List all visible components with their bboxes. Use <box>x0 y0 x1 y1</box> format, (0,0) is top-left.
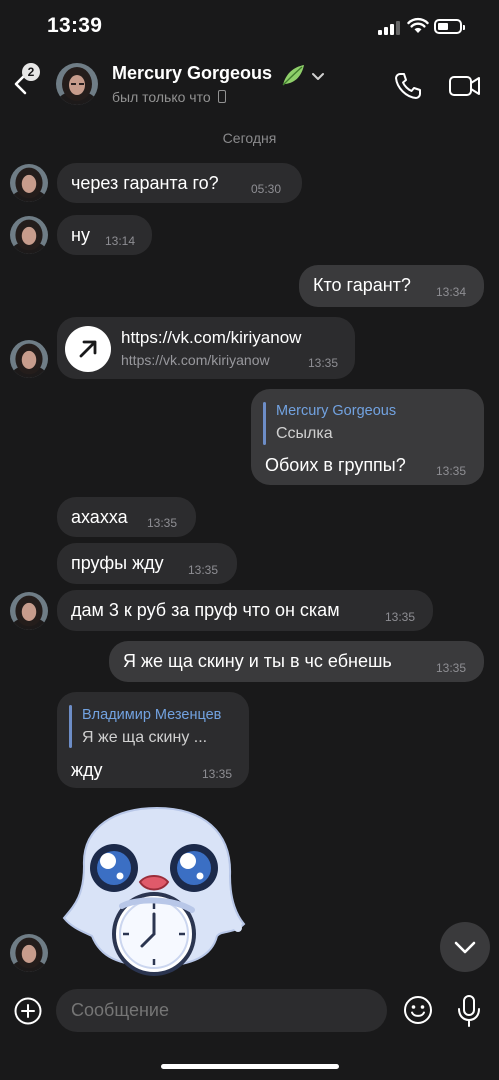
message-time: 13:35 <box>188 563 219 577</box>
quote-author: Mercury Gorgeous <box>276 403 397 419</box>
home-indicator[interactable] <box>161 1064 339 1069</box>
message-bubble[interactable]: дам 3 к руб за пруф что он скам 13:35 <box>57 590 433 631</box>
message-time: 13:35 <box>436 464 467 478</box>
last-seen-text: был только что <box>112 89 211 105</box>
message-bubble-outgoing[interactable]: Я же ща скину и ты в чс ебнешь 13:35 <box>109 641 484 682</box>
message-text: пруфы жду <box>71 553 164 573</box>
unread-badge: 2 <box>22 63 40 81</box>
message-time: 13:35 <box>308 356 339 370</box>
message-time: 13:14 <box>105 234 136 248</box>
message-bubble[interactable]: Владимир Мезенцев Я же ща скину ... жду … <box>57 692 249 788</box>
video-camera-icon[interactable] <box>448 70 482 102</box>
emoji-icon[interactable] <box>402 994 434 1026</box>
avatar[interactable] <box>10 340 48 378</box>
message-input[interactable] <box>56 989 387 1032</box>
date-separator: Сегодня <box>222 130 277 146</box>
chat-title[interactable]: Mercury Gorgeous <box>112 63 272 84</box>
arrow-down-icon <box>454 941 476 954</box>
message-time: 13:35 <box>385 610 416 624</box>
message-text: ну <box>71 225 90 245</box>
message-bubble[interactable]: через гаранта го? 05:30 <box>57 163 302 203</box>
message-text: дам 3 к руб за пруф что он скам <box>71 600 340 620</box>
message-bubble-outgoing[interactable]: Mercury Gorgeous Ссылка Обоих в группы? … <box>251 389 484 485</box>
quote-bar <box>263 402 266 445</box>
leaf-icon <box>280 63 306 92</box>
last-seen: был только что <box>112 89 226 105</box>
avatar[interactable] <box>10 592 48 630</box>
battery-icon <box>434 19 465 34</box>
avatar[interactable] <box>10 934 48 972</box>
quote-text: Я же ща скину ... <box>82 729 208 746</box>
message-bubble[interactable]: пруфы жду 13:35 <box>57 543 237 584</box>
arrow-up-right-icon <box>65 326 111 372</box>
message-text: ахахха <box>71 507 128 527</box>
scroll-down-button[interactable] <box>440 922 490 972</box>
message-text: Обоих в группы? <box>265 455 406 475</box>
status-time: 13:39 <box>47 14 103 37</box>
quote-text: Ссылка <box>276 425 333 442</box>
avatar[interactable] <box>10 164 48 202</box>
quote-bar <box>69 705 72 748</box>
microphone-icon[interactable] <box>456 994 482 1028</box>
wifi-icon <box>407 17 429 39</box>
message-time: 13:35 <box>147 516 178 530</box>
message-time: 13:34 <box>436 285 467 299</box>
avatar[interactable] <box>56 63 98 105</box>
link-bubble[interactable]: https://vk.com/kiriyanow https://vk.com/… <box>57 317 355 379</box>
avatar[interactable] <box>10 216 48 254</box>
quote-author: Владимир Мезенцев <box>82 707 222 723</box>
signal-icon <box>378 19 402 35</box>
message-text: Я же ща скину и ты в чс ебнешь <box>123 651 392 671</box>
message-time: 05:30 <box>251 182 282 196</box>
message-text: через гаранта го? <box>71 173 219 193</box>
message-time: 13:35 <box>436 661 467 675</box>
ghost-clock-sticker[interactable] <box>62 806 252 982</box>
chevron-down-icon[interactable] <box>312 69 324 87</box>
link-title: https://vk.com/kiriyanow <box>121 328 302 347</box>
message-bubble[interactable]: ну 13:14 <box>57 215 152 255</box>
plus-icon[interactable] <box>13 996 43 1026</box>
message-text: жду <box>71 760 103 780</box>
link-url: https://vk.com/kiriyanow <box>121 352 270 368</box>
message-text: Кто гарант? <box>313 275 411 295</box>
message-bubble[interactable]: ахахха 13:35 <box>57 497 196 537</box>
phone-icon[interactable] <box>392 70 424 102</box>
phone-device-icon <box>217 90 226 103</box>
message-bubble-outgoing[interactable]: Кто гарант? 13:34 <box>299 265 484 307</box>
message-time: 13:35 <box>202 767 233 781</box>
